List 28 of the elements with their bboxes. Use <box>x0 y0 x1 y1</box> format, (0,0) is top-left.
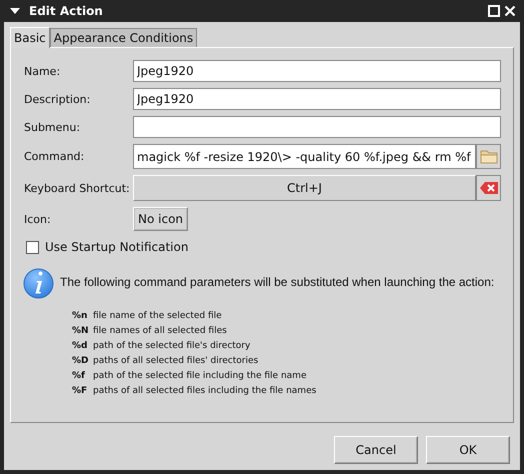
field-label: Icon: <box>24 212 52 226</box>
field-label: Keyboard Shortcut: <box>24 182 131 194</box>
field-label: Command: <box>24 150 86 163</box>
parameter-code: %D <box>72 355 90 367</box>
icon-button[interactable]: No icon <box>133 207 188 231</box>
parameter-description: path of the selected file's directory <box>93 340 252 352</box>
dialog-button[interactable]: OK <box>426 436 510 464</box>
parameter-code: %n <box>72 310 88 322</box>
field-label: Submenu: <box>24 120 82 134</box>
parameter-description: file names of all selected files <box>93 325 228 337</box>
parameter-code: %f <box>72 370 86 382</box>
parameter-description: paths of all selected files including the file names <box>93 385 316 397</box>
dialog-button[interactable]: Cancel <box>334 436 418 464</box>
tab[interactable]: Basic <box>10 27 50 48</box>
parameter-description: paths of all selected files' directories <box>93 355 260 367</box>
parameter-code: %N <box>72 325 90 337</box>
command-field[interactable]: magick %f -resize 1920\> -quality 60 %f.jpeg && rm %f <box>133 144 476 169</box>
field-label: Name: <box>24 64 62 78</box>
checkbox-label: Use Startup Notification <box>45 240 188 254</box>
parameter-description: file name of the selected file <box>93 310 223 322</box>
info-text: The following command parameters will be substituted when launching the action: <box>60 275 494 291</box>
shortcut-button[interactable]: Ctrl+J <box>133 175 476 201</box>
tab[interactable]: Appearance Conditions <box>50 28 198 47</box>
window-title: Edit Action <box>29 4 103 18</box>
parameter-description: path of the selected file including the file name <box>93 370 308 382</box>
parameter-code: %F <box>72 385 88 397</box>
parameter-code: %d <box>72 340 88 352</box>
field-label: Description: <box>24 92 92 106</box>
